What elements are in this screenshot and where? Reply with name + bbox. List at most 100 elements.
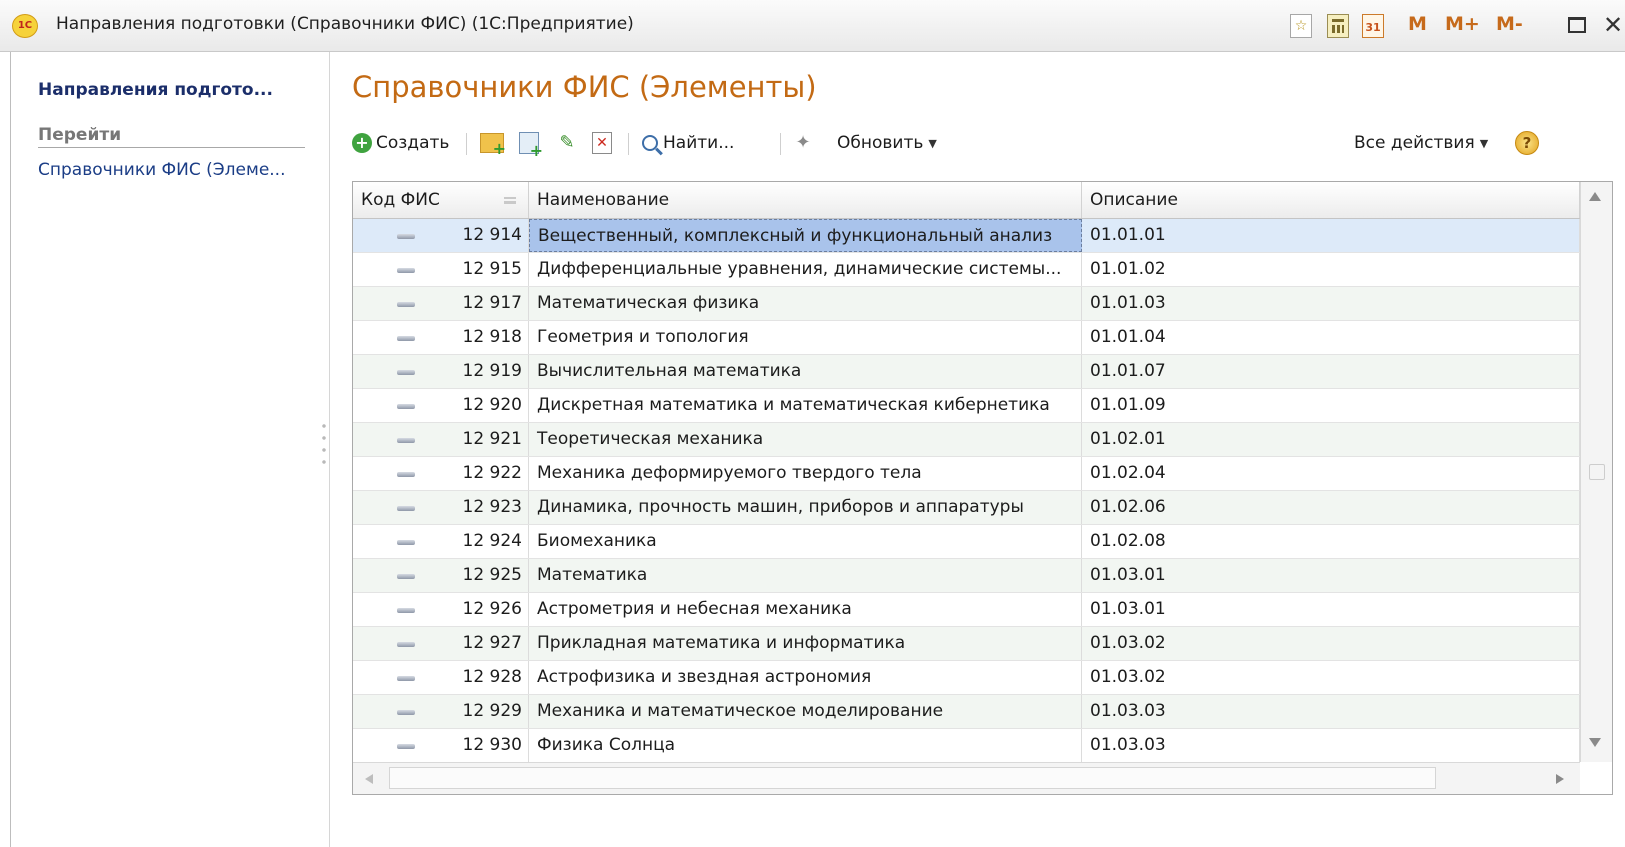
cell-name[interactable]: Математическая физика xyxy=(529,287,1082,320)
cell-code[interactable]: 12 925 xyxy=(353,559,529,592)
cell-code[interactable]: 12 928 xyxy=(353,661,529,694)
cell-name[interactable]: Дискретная математика и математическая к… xyxy=(529,389,1082,422)
column-header-description[interactable]: Описание xyxy=(1082,182,1580,218)
table-row[interactable]: 12 927 Прикладная математика и информатик… xyxy=(353,627,1580,661)
cell-code[interactable]: 12 914 xyxy=(353,219,529,252)
cell-description[interactable]: 01.01.07 xyxy=(1082,355,1580,388)
cell-name[interactable]: Вещественный, комплексный и функциональн… xyxy=(529,219,1082,252)
cell-code[interactable]: 12 929 xyxy=(353,695,529,728)
table-row[interactable]: 12 923 Динамика, прочность машин, приборо… xyxy=(353,491,1580,525)
find-button[interactable]: Найти... xyxy=(642,126,734,160)
horizontal-scroll-thumb[interactable] xyxy=(389,767,1436,789)
table-row[interactable]: 12 924 Биомеханика 01.02.08 xyxy=(353,525,1580,559)
refresh-button[interactable]: Обновить ▼ xyxy=(837,126,937,160)
cell-description[interactable]: 01.03.03 xyxy=(1082,729,1580,762)
cell-code-text: 12 929 xyxy=(462,701,522,721)
scroll-thumb[interactable] xyxy=(1589,464,1605,480)
cell-code[interactable]: 12 922 xyxy=(353,457,529,490)
cell-name[interactable]: Механика деформируемого твердого тела xyxy=(529,457,1082,490)
column-header-code[interactable]: Код ФИС xyxy=(353,182,529,218)
cell-description[interactable]: 01.03.01 xyxy=(1082,593,1580,626)
cell-description[interactable]: 01.02.01 xyxy=(1082,423,1580,456)
all-actions-button[interactable]: Все действия ▼ xyxy=(1354,126,1488,160)
cell-code[interactable]: 12 921 xyxy=(353,423,529,456)
table-row[interactable]: 12 918 Геометрия и топология 01.01.04 xyxy=(353,321,1580,355)
calendar-icon[interactable]: 31 xyxy=(1362,14,1384,38)
table-row[interactable]: 12 929 Механика и математическое моделиро… xyxy=(353,695,1580,729)
column-header-name[interactable]: Наименование xyxy=(529,182,1082,218)
table-row[interactable]: 12 928 Астрофизика и звездная астрономия 0… xyxy=(353,661,1580,695)
cell-description[interactable]: 01.02.06 xyxy=(1082,491,1580,524)
cell-description[interactable]: 01.02.08 xyxy=(1082,525,1580,558)
splitter-handle[interactable] xyxy=(322,420,326,468)
cell-code[interactable]: 12 927 xyxy=(353,627,529,660)
cell-name[interactable]: Динамика, прочность машин, приборов и ап… xyxy=(529,491,1082,524)
cell-code[interactable]: 12 917 xyxy=(353,287,529,320)
cell-description[interactable]: 01.03.01 xyxy=(1082,559,1580,592)
table-row[interactable]: 12 925 Математика 01.03.01 xyxy=(353,559,1580,593)
cell-name[interactable]: Механика и математическое моделирование xyxy=(529,695,1082,728)
cell-code[interactable]: 12 923 xyxy=(353,491,529,524)
table-row[interactable]: 12 926 Астрометрия и небесная механика 01.… xyxy=(353,593,1580,627)
cancel-search-button[interactable]: ✦ xyxy=(792,126,814,160)
cell-name[interactable]: Биомеханика xyxy=(529,525,1082,558)
cell-name[interactable]: Физика Солнца xyxy=(529,729,1082,762)
create-folder-button[interactable] xyxy=(480,126,506,160)
horizontal-scrollbar[interactable] xyxy=(353,762,1580,794)
scroll-up-icon[interactable] xyxy=(1589,192,1601,201)
cell-code[interactable]: 12 926 xyxy=(353,593,529,626)
cell-description[interactable]: 01.01.03 xyxy=(1082,287,1580,320)
cell-description[interactable]: 01.01.01 xyxy=(1082,219,1580,252)
table-row[interactable]: 12 930 Физика Солнца 01.03.03 xyxy=(353,729,1580,763)
table-row[interactable]: 12 919 Вычислительная математика 01.01.07 xyxy=(353,355,1580,389)
scroll-down-icon[interactable] xyxy=(1589,738,1601,747)
table-row[interactable]: 12 922 Механика деформируемого твердого т… xyxy=(353,457,1580,491)
cell-name[interactable]: Теоретическая механика xyxy=(529,423,1082,456)
edit-button[interactable]: ✎ xyxy=(556,126,578,160)
table-row[interactable]: 12 921 Теоретическая механика 01.02.01 xyxy=(353,423,1580,457)
cell-name[interactable]: Математика xyxy=(529,559,1082,592)
cell-description[interactable]: 01.01.02 xyxy=(1082,253,1580,286)
cell-name[interactable]: Дифференциальные уравнения, динамические… xyxy=(529,253,1082,286)
cell-name[interactable]: Геометрия и топология xyxy=(529,321,1082,354)
memory-plus-button[interactable]: M+ xyxy=(1445,13,1480,35)
table-row[interactable]: 12 920 Дискретная математика и математиче… xyxy=(353,389,1580,423)
calculator-icon[interactable] xyxy=(1327,14,1349,38)
cell-description[interactable]: 01.03.03 xyxy=(1082,695,1580,728)
cell-name[interactable]: Астрометрия и небесная механика xyxy=(529,593,1082,626)
cell-description[interactable]: 01.01.04 xyxy=(1082,321,1580,354)
cell-code[interactable]: 12 924 xyxy=(353,525,529,558)
cell-code[interactable]: 12 918 xyxy=(353,321,529,354)
nav-title[interactable]: Направления подгото... xyxy=(38,80,273,100)
cell-name[interactable]: Астрофизика и звездная астрономия xyxy=(529,661,1082,694)
toolbar: + Создать ✎ ✕ Найти... ✦ Обновить ▼ Все … xyxy=(352,126,1612,160)
memory-minus-button[interactable]: M- xyxy=(1496,13,1523,35)
cell-description[interactable]: 01.03.02 xyxy=(1082,661,1580,694)
cell-code[interactable]: 12 919 xyxy=(353,355,529,388)
toolbar-separator xyxy=(628,133,629,155)
table-row[interactable]: 12 917 Математическая физика 01.01.03 xyxy=(353,287,1580,321)
cell-name[interactable]: Вычислительная математика xyxy=(529,355,1082,388)
help-button[interactable]: ? xyxy=(1515,126,1539,160)
close-icon[interactable]: ✕ xyxy=(1603,10,1623,40)
cell-name[interactable]: Прикладная математика и информатика xyxy=(529,627,1082,660)
scroll-left-icon[interactable] xyxy=(365,774,373,784)
cell-code[interactable]: 12 920 xyxy=(353,389,529,422)
memory-m-button[interactable]: M xyxy=(1408,13,1427,35)
vertical-scrollbar[interactable] xyxy=(1580,182,1612,762)
cell-description[interactable]: 01.01.09 xyxy=(1082,389,1580,422)
cell-description[interactable]: 01.02.04 xyxy=(1082,457,1580,490)
cell-code[interactable]: 12 915 xyxy=(353,253,529,286)
table-row[interactable]: 12 915 Дифференциальные уравнения, динами… xyxy=(353,253,1580,287)
copy-button[interactable] xyxy=(519,126,543,160)
favorites-star-icon[interactable]: ☆ xyxy=(1290,14,1312,38)
cell-description[interactable]: 01.03.02 xyxy=(1082,627,1580,660)
scroll-right-icon[interactable] xyxy=(1556,774,1564,784)
cell-code[interactable]: 12 930 xyxy=(353,729,529,762)
nav-link-fis-elements[interactable]: Справочники ФИС (Элеме... xyxy=(38,160,286,180)
create-button[interactable]: + Создать xyxy=(352,126,449,160)
find-label: Найти... xyxy=(663,133,735,153)
delete-button[interactable]: ✕ xyxy=(592,126,612,160)
maximize-icon[interactable] xyxy=(1568,17,1586,33)
table-row[interactable]: 12 914 Вещественный, комплексный и функци… xyxy=(353,219,1580,253)
